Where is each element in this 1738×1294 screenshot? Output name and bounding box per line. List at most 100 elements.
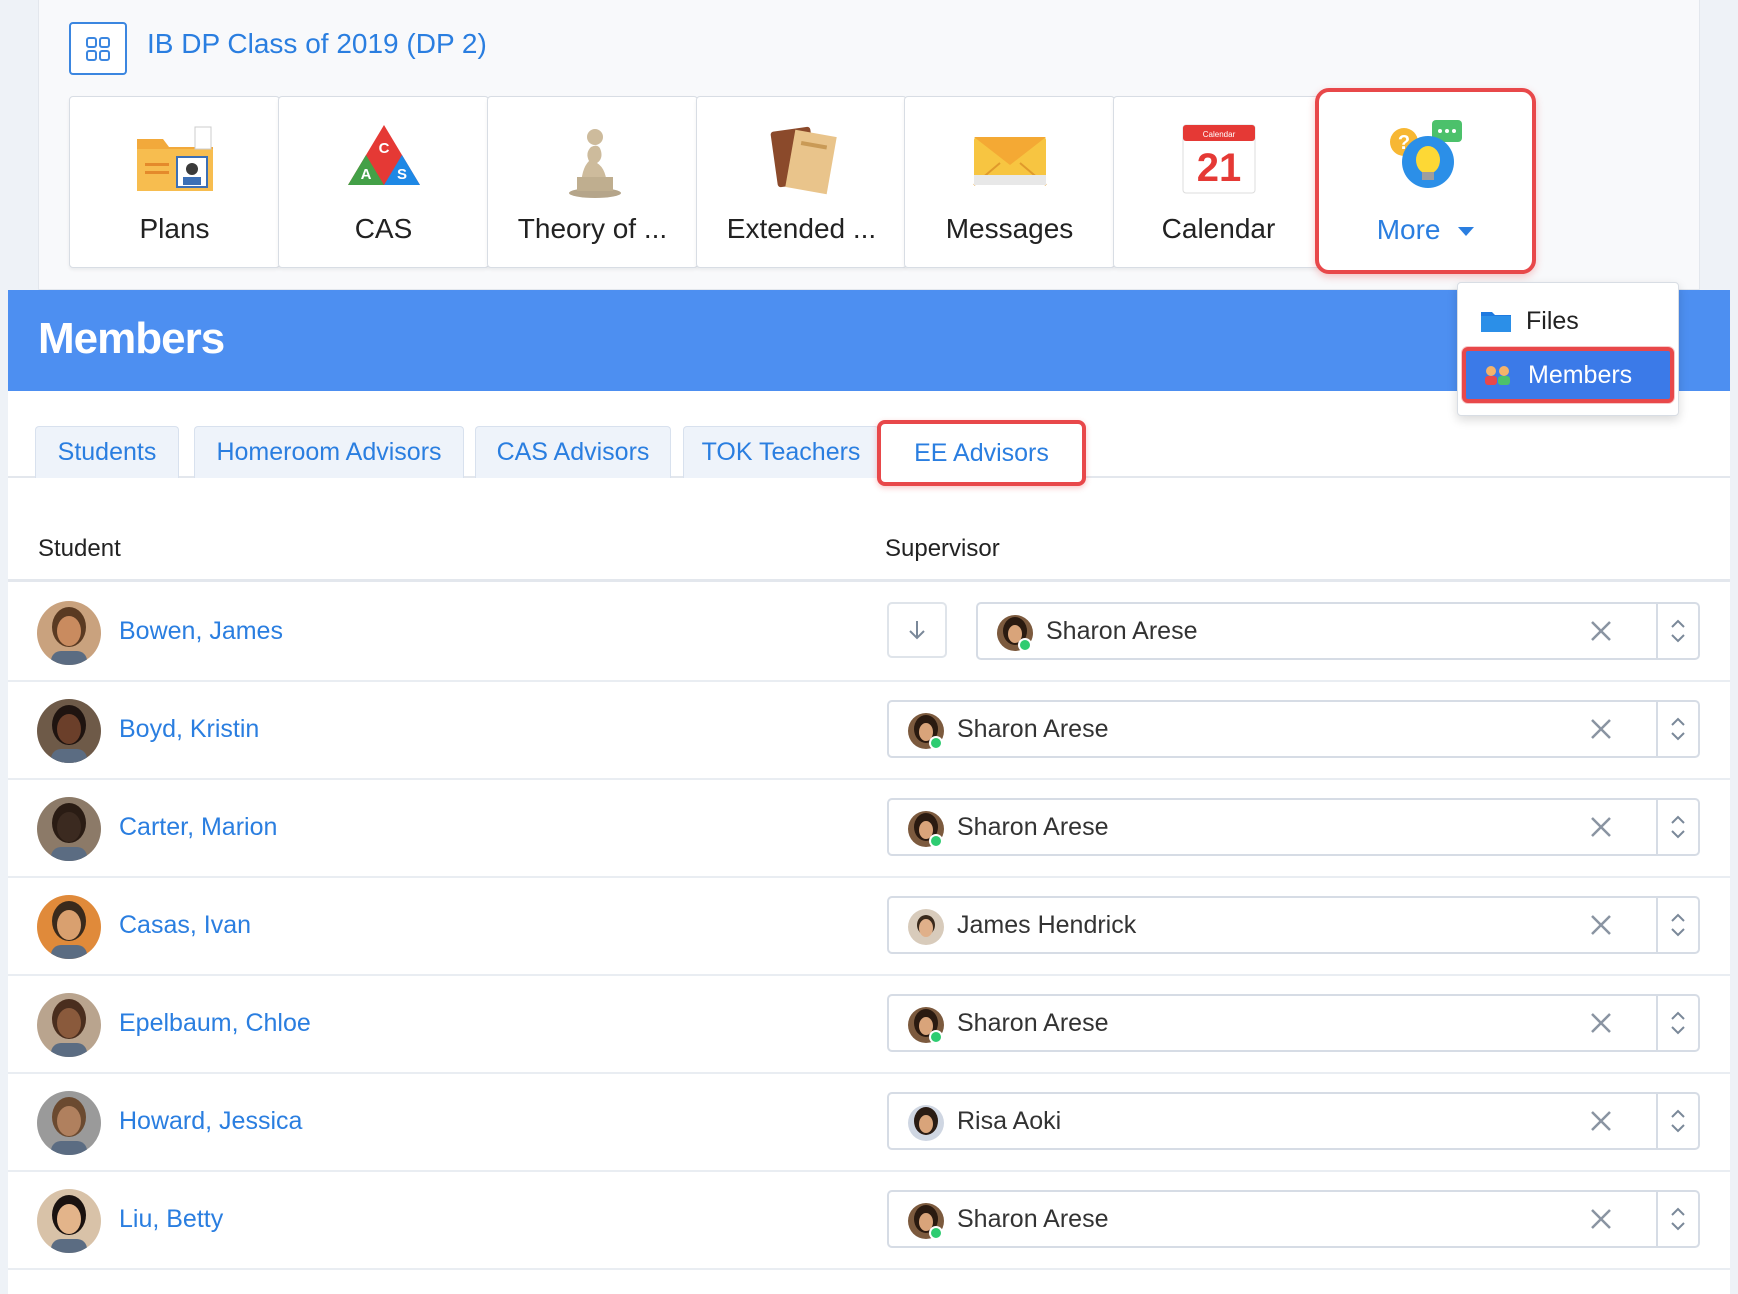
clear-icon[interactable] — [1586, 1008, 1616, 1038]
tile-label: Plans — [139, 213, 210, 244]
clear-icon[interactable] — [1586, 1106, 1616, 1136]
fill-down-button[interactable] — [887, 602, 947, 658]
table-row: Bowen, James Sharon Arese — [8, 584, 1730, 682]
student-avatar — [37, 1091, 101, 1155]
supervisor-name: Sharon Arese — [1046, 617, 1198, 645]
supervisor-name: Sharon Arese — [957, 1205, 1109, 1233]
supervisor-select[interactable]: Sharon Arese — [887, 994, 1700, 1052]
select-stepper[interactable] — [1656, 800, 1698, 854]
student-name-link[interactable]: Casas, Ivan — [119, 911, 251, 940]
tile-plans[interactable]: Plans — [69, 96, 280, 268]
clear-icon[interactable] — [1586, 812, 1616, 842]
tab-tok-teachers[interactable]: TOK Teachers — [683, 426, 879, 478]
menu-item-files[interactable]: Files — [1458, 295, 1678, 347]
student-avatar — [37, 797, 101, 861]
more-dropdown-menu: Files Members — [1457, 282, 1679, 416]
select-stepper[interactable] — [1656, 1192, 1698, 1246]
svg-text:C: C — [378, 140, 389, 157]
supervisor-avatar — [907, 908, 945, 946]
student-avatar — [37, 895, 101, 959]
svg-text:S: S — [396, 166, 406, 183]
tab-students[interactable]: Students — [35, 426, 179, 478]
student-name-link[interactable]: Carter, Marion — [119, 813, 277, 842]
chevron-down-icon — [1671, 1222, 1685, 1231]
chevron-down-icon — [1671, 1124, 1685, 1133]
tile-label: Messages — [945, 213, 1074, 244]
chevron-down-icon — [1671, 634, 1685, 643]
people-icon — [1485, 366, 1510, 385]
lightbulb-chat-icon: ? — [1389, 120, 1462, 188]
select-stepper[interactable] — [1656, 898, 1698, 952]
supervisor-select[interactable]: Risa Aoki — [887, 1092, 1700, 1150]
supervisor-avatar — [907, 1202, 945, 1240]
folder-icon — [1481, 312, 1511, 332]
svg-text:21: 21 — [1196, 146, 1241, 190]
thinker-statue-icon — [568, 129, 621, 198]
table-row: Epelbaum, Chloe Sharon Arese — [8, 976, 1730, 1074]
chevron-down-icon — [1671, 830, 1685, 839]
table-row: Liu, Betty Sharon Arese — [8, 1172, 1730, 1270]
student-name-link[interactable]: Liu, Betty — [119, 1205, 223, 1234]
page-title: Members — [38, 314, 225, 363]
tile-messages[interactable]: Messages — [904, 96, 1115, 268]
tab-cas-advisors[interactable]: CAS Advisors — [475, 426, 671, 478]
clear-icon[interactable] — [1586, 910, 1616, 940]
tile-extended-essay[interactable]: Extended ... — [696, 96, 907, 268]
column-header-student: Student — [38, 535, 121, 562]
supervisor-select[interactable]: Sharon Arese — [887, 798, 1700, 856]
clear-icon[interactable] — [1586, 616, 1616, 646]
app-grid-button[interactable] — [69, 22, 127, 75]
class-header: IB DP Class of 2019 (DP 2) Plans C A S C… — [38, 0, 1700, 290]
more-menu-toggle[interactable]: More — [1319, 214, 1532, 246]
table-row: Boyd, Kristin Sharon Arese — [8, 682, 1730, 780]
select-stepper[interactable] — [1656, 702, 1698, 756]
student-name-link[interactable]: Howard, Jessica — [119, 1107, 302, 1136]
chevron-down-icon — [1671, 1026, 1685, 1035]
menu-item-members[interactable]: Members — [1462, 347, 1674, 403]
chevron-up-icon — [1671, 1011, 1685, 1020]
supervisor-select[interactable]: James Hendrick — [887, 896, 1700, 954]
supervisor-name: Sharon Arese — [957, 715, 1109, 743]
chevron-up-icon — [1671, 619, 1685, 628]
chevron-down-icon — [1671, 928, 1685, 937]
tab-ee-advisors[interactable]: EE Advisors — [877, 420, 1086, 486]
tile-label: CAS — [354, 213, 413, 244]
class-title[interactable]: IB DP Class of 2019 (DP 2) — [147, 28, 487, 60]
more-label: More — [1376, 214, 1441, 245]
table-row: Casas, Ivan James Hendrick — [8, 878, 1730, 976]
caret-down-icon — [1458, 227, 1475, 237]
student-avatar — [37, 993, 101, 1057]
tile-label: Calendar — [1161, 213, 1276, 244]
supervisor-name: Risa Aoki — [957, 1107, 1062, 1135]
member-tabs: Students Homeroom Advisors CAS Advisors … — [8, 420, 1730, 486]
student-name-link[interactable]: Epelbaum, Chloe — [119, 1009, 311, 1038]
grid-icon — [86, 36, 110, 61]
student-name-link[interactable]: Boyd, Kristin — [119, 715, 259, 744]
supervisor-avatar — [996, 614, 1034, 652]
calendar-icon: Calendar 21 — [1182, 124, 1255, 194]
cas-triangle-icon: C A S — [347, 125, 420, 185]
supervisor-name: James Hendrick — [957, 911, 1137, 939]
select-stepper[interactable] — [1656, 604, 1698, 658]
supervisor-select[interactable]: Sharon Arese — [887, 1190, 1700, 1248]
supervisor-select[interactable]: Sharon Arese — [887, 700, 1700, 758]
tab-homeroom-advisors[interactable]: Homeroom Advisors — [194, 426, 464, 478]
menu-item-label: Members — [1528, 360, 1633, 389]
clear-icon[interactable] — [1586, 714, 1616, 744]
supervisor-avatar — [907, 712, 945, 750]
column-header-supervisor: Supervisor — [885, 535, 1000, 562]
select-stepper[interactable] — [1656, 996, 1698, 1050]
select-stepper[interactable] — [1656, 1094, 1698, 1148]
svg-text:Calendar: Calendar — [1202, 130, 1235, 139]
tile-theory-of-knowledge[interactable]: Theory of ... — [487, 96, 698, 268]
chevron-down-icon — [1671, 732, 1685, 741]
supervisor-select[interactable]: Sharon Arese — [976, 602, 1700, 660]
arrow-down-icon — [909, 621, 925, 640]
tile-calendar[interactable]: Calendar 21 Calendar — [1113, 96, 1324, 268]
student-name-link[interactable]: Bowen, James — [119, 617, 283, 646]
clear-icon[interactable] — [1586, 1204, 1616, 1234]
tile-more[interactable]: ? More — [1315, 88, 1536, 274]
chevron-up-icon — [1671, 1207, 1685, 1216]
tile-cas[interactable]: C A S CAS — [278, 96, 489, 268]
table-row: Howard, Jessica Risa Aoki — [8, 1074, 1730, 1172]
